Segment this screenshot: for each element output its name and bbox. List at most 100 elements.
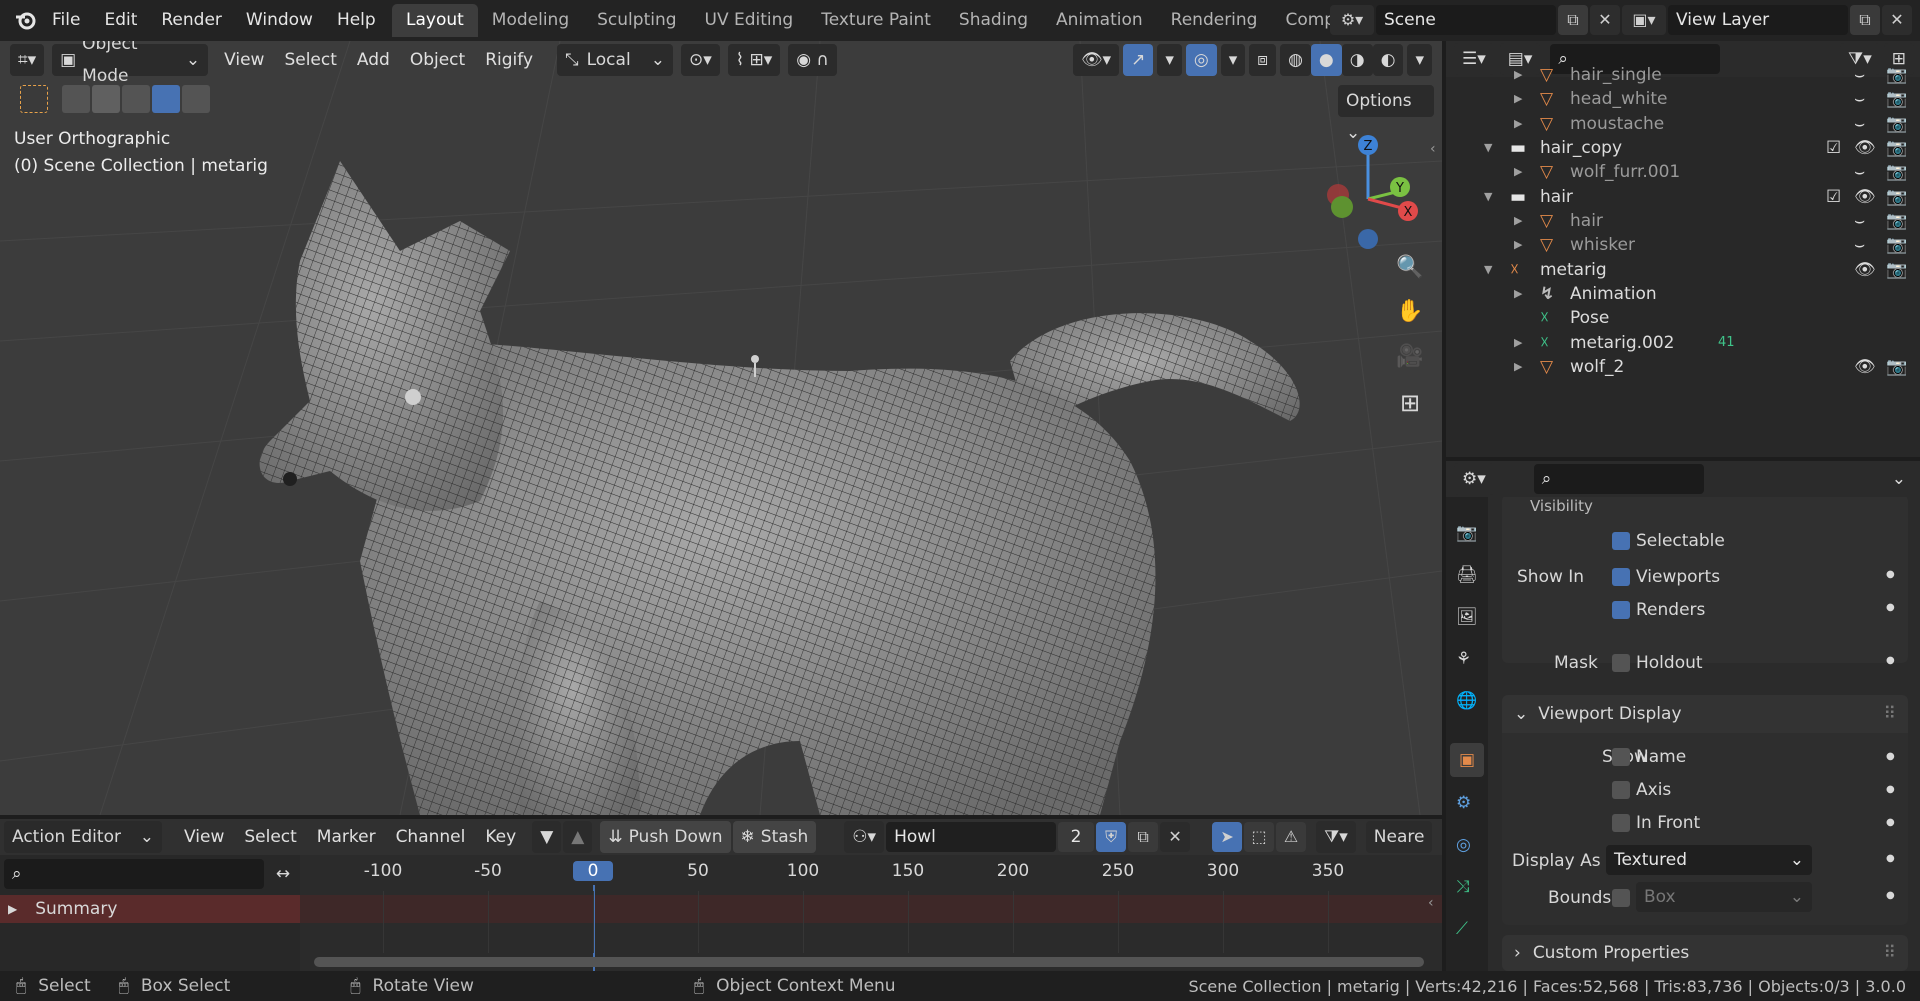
visibility-header[interactable]: Visibility: [1530, 497, 1593, 515]
blender-logo-icon[interactable]: [14, 9, 36, 31]
data-tab-icon[interactable]: ⟋: [1456, 919, 1468, 939]
overlay-toggle-icon[interactable]: ◎: [1185, 44, 1217, 76]
zoom-icon[interactable]: 🔍: [1394, 255, 1426, 287]
in-front-checkbox[interactable]: [1612, 813, 1630, 833]
view-layer-browse-button[interactable]: ▣▾: [1622, 5, 1666, 35]
render-camera-icon[interactable]: 📷: [1886, 352, 1907, 382]
sidebar-toggle-icon[interactable]: ‹: [1430, 141, 1436, 157]
swap-icon[interactable]: ↔: [268, 859, 298, 889]
editor-mode-dropdown[interactable]: Action Editor ⌄: [4, 821, 162, 853]
render-tab-icon[interactable]: 📷: [1456, 523, 1477, 543]
name-checkbox[interactable]: [1612, 747, 1630, 767]
scene-browse-button[interactable]: ⚙▾: [1330, 5, 1374, 35]
select-new-icon[interactable]: [62, 85, 90, 113]
menu-view[interactable]: View: [214, 44, 274, 76]
menu-object[interactable]: Object: [400, 44, 475, 76]
summary-channel[interactable]: ▶ Summary: [0, 895, 300, 923]
select-invert-icon[interactable]: [152, 85, 180, 113]
bounds-type-dropdown[interactable]: Box ⌄: [1636, 882, 1812, 912]
menu-rigify[interactable]: Rigify: [475, 44, 543, 76]
keyframe-dot-icon[interactable]: ●: [1886, 602, 1895, 613]
filter-icon[interactable]: ⧩▾: [1316, 821, 1356, 853]
keyframe-dot-icon[interactable]: ●: [1886, 751, 1895, 762]
editor-type-button[interactable]: ⌗▾: [10, 44, 45, 76]
select-subtract-icon[interactable]: [122, 85, 150, 113]
keyframe-dot-icon[interactable]: ●: [1886, 784, 1895, 795]
pan-hand-icon[interactable]: ✋: [1394, 299, 1426, 331]
show-hidden-icon[interactable]: ⬚: [1244, 822, 1275, 852]
proportional-edit-button[interactable]: ◉ ∩: [788, 44, 837, 76]
xray-toggle-icon[interactable]: ⧈: [1249, 44, 1277, 76]
viewport-display-header[interactable]: ⌄ Viewport Display ⠿: [1502, 695, 1908, 733]
overlay-dropdown-icon[interactable]: ▾: [1220, 44, 1246, 76]
channel-search-input[interactable]: ⌕: [4, 859, 264, 889]
tab-shading[interactable]: Shading: [945, 4, 1042, 37]
new-view-layer-icon[interactable]: ⧉: [1850, 5, 1880, 35]
menu-help[interactable]: Help: [325, 0, 388, 41]
new-scene-icon[interactable]: ⧉: [1558, 5, 1588, 35]
menu-key[interactable]: Key: [475, 821, 526, 853]
timeline-region[interactable]: -100 -50 0 50 100 150 200 250 300 350 ‹: [300, 855, 1442, 972]
action-users-count[interactable]: 2: [1058, 822, 1095, 852]
menu-render[interactable]: Render: [149, 0, 234, 41]
properties-editor-type-icon[interactable]: ⚙▾: [1454, 463, 1494, 495]
bounds-checkbox[interactable]: [1612, 888, 1630, 908]
custom-properties-header[interactable]: › Custom Properties ⠿: [1502, 935, 1908, 971]
selectable-checkbox[interactable]: [1612, 531, 1630, 551]
keyframe-dot-icon[interactable]: ●: [1886, 569, 1895, 580]
gizmo-toggle-icon[interactable]: ↗: [1123, 44, 1154, 76]
only-selected-icon[interactable]: ➤: [1212, 822, 1243, 852]
menu-edit[interactable]: Edit: [92, 0, 149, 41]
pivot-point-button[interactable]: ⊙▾: [681, 44, 720, 76]
gizmo-dropdown-icon[interactable]: ▾: [1157, 44, 1182, 76]
tab-texture-paint[interactable]: Texture Paint: [807, 4, 945, 37]
keyframe-dot-icon[interactable]: ●: [1886, 655, 1895, 666]
menu-window[interactable]: Window: [234, 0, 325, 41]
visibility-eye-icon[interactable]: 👁▾: [1072, 44, 1120, 76]
fake-user-shield-icon[interactable]: ⛨: [1096, 822, 1127, 852]
modifier-tab-icon[interactable]: ⚙: [1456, 793, 1471, 813]
layer-down-icon[interactable]: ▼: [532, 821, 562, 853]
horizontal-scrollbar[interactable]: [314, 957, 1424, 967]
axis-checkbox[interactable]: [1612, 780, 1630, 800]
navigation-gizmo[interactable]: Z Y X: [1320, 131, 1430, 251]
physics-tab-icon[interactable]: ◎: [1456, 835, 1471, 855]
wireframe-shading-icon[interactable]: ◍: [1280, 44, 1311, 76]
chevron-right-icon[interactable]: ▶: [1514, 352, 1522, 382]
perspective-grid-icon[interactable]: ⊞: [1394, 389, 1426, 421]
options-dropdown[interactable]: Options ⌄: [1338, 85, 1434, 143]
material-shading-icon[interactable]: ◑: [1341, 44, 1373, 76]
action-browse-icon[interactable]: ⚇▾: [844, 821, 885, 853]
select-intersect-icon[interactable]: [182, 85, 210, 113]
tab-uv-editing[interactable]: UV Editing: [691, 4, 808, 37]
world-tab-icon[interactable]: 🌐: [1456, 691, 1477, 711]
tab-modeling[interactable]: Modeling: [478, 4, 583, 37]
tab-animation[interactable]: Animation: [1042, 4, 1157, 37]
shading-dropdown-icon[interactable]: ▾: [1407, 44, 1432, 76]
view-layer-name-field[interactable]: View Layer: [1668, 5, 1848, 35]
chevron-down-icon[interactable]: ⌄: [1892, 469, 1906, 489]
delete-scene-icon[interactable]: ✕: [1590, 5, 1620, 35]
select-box-tool-icon[interactable]: [20, 85, 48, 113]
renders-checkbox[interactable]: [1612, 600, 1630, 620]
duplicate-action-icon[interactable]: ⧉: [1128, 822, 1159, 852]
menu-view[interactable]: View: [174, 821, 234, 853]
tab-layout[interactable]: Layout: [392, 4, 478, 37]
keyframe-dot-icon[interactable]: ●: [1886, 817, 1895, 828]
snap-toggle-button[interactable]: ⌇ ⊞▾: [727, 44, 781, 76]
sidebar-toggle-icon[interactable]: ‹: [1428, 895, 1434, 911]
menu-select[interactable]: Select: [234, 821, 306, 853]
action-name-field[interactable]: Howl: [886, 822, 1057, 852]
view-layer-tab-icon[interactable]: 🖼: [1456, 607, 1478, 627]
rendered-shading-icon[interactable]: ◐: [1372, 44, 1404, 76]
select-extend-icon[interactable]: [92, 85, 120, 113]
only-errors-icon[interactable]: ⚠: [1276, 822, 1307, 852]
holdout-checkbox[interactable]: [1612, 653, 1630, 673]
scene-name-field[interactable]: Scene: [1376, 5, 1556, 35]
properties-search-input[interactable]: ⌕: [1533, 464, 1704, 494]
layer-up-icon[interactable]: ▲: [563, 821, 593, 853]
menu-add[interactable]: Add: [347, 44, 400, 76]
output-tab-icon[interactable]: 🖨: [1456, 565, 1478, 585]
object-tab-icon[interactable]: ▣: [1450, 743, 1484, 777]
delete-view-layer-icon[interactable]: ✕: [1882, 5, 1912, 35]
